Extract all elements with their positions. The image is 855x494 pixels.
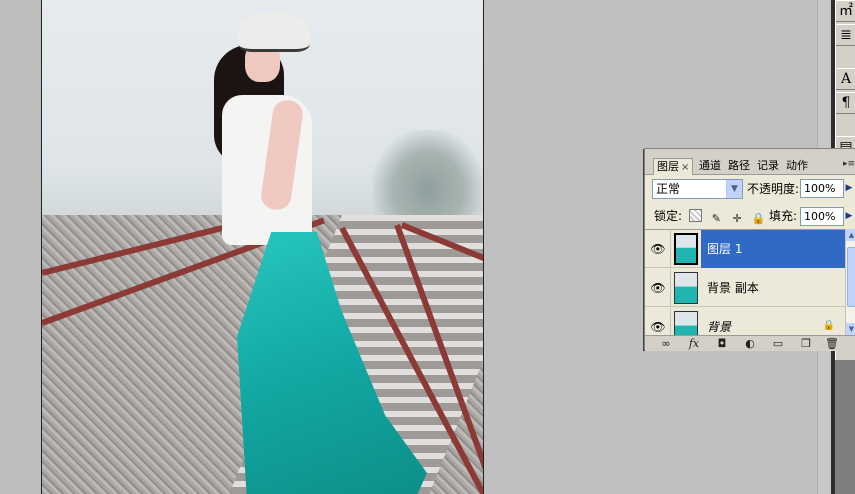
opacity-slider-arrow-icon[interactable]: ▶: [844, 179, 854, 198]
layers-panel-tabs: 图层 × 通道 路径 记录 动作 ▸≡: [645, 149, 855, 175]
lock-transparent-icon[interactable]: [689, 209, 702, 222]
layers-panel: 图层 × 通道 路径 记录 动作 ▸≡ 正常 ▼ 不透明度: 100% ▶ 锁定:…: [644, 148, 855, 351]
scroll-down-icon[interactable]: ▼: [846, 323, 855, 335]
lock-brush-icon[interactable]: ✎: [710, 212, 723, 225]
visibility-cell[interactable]: 👁: [645, 308, 671, 335]
fx-icon[interactable]: fx: [685, 337, 703, 351]
layer-thumbnail: [674, 272, 698, 304]
eye-icon[interactable]: 👁: [648, 240, 668, 258]
eye-icon[interactable]: 👁: [648, 279, 668, 297]
layer-thumbnail: [674, 233, 698, 265]
opacity-input[interactable]: 100%: [800, 179, 844, 198]
layer-row[interactable]: 👁 图层 1: [645, 230, 845, 268]
tab-history[interactable]: 记录: [755, 158, 781, 175]
palette-dock-empty: [835, 360, 855, 494]
lock-options: ✎ ✛ 🔒: [689, 209, 768, 225]
type-tool-icon[interactable]: A: [836, 68, 855, 90]
eye-icon[interactable]: 👁: [648, 318, 668, 335]
workspace-left: [0, 0, 41, 494]
tab-paths[interactable]: 路径: [726, 158, 752, 175]
scroll-up-icon[interactable]: ▲: [846, 229, 855, 241]
layer-thumbnail: [674, 311, 698, 335]
tab-channels[interactable]: 通道: [697, 158, 723, 175]
lock-label: 锁定:: [654, 209, 683, 223]
layer-name[interactable]: 图层 1: [701, 230, 845, 268]
visibility-cell[interactable]: 👁: [645, 230, 671, 268]
paragraph-panel-icon[interactable]: ≣: [836, 24, 855, 46]
tab-actions[interactable]: 动作: [784, 158, 810, 175]
fill-label: 填充:: [769, 209, 798, 223]
layers-footer: ∞ fx ◘ ◐ ▭ ❐ 🗑: [645, 335, 855, 351]
lock-move-icon[interactable]: ✛: [731, 212, 744, 225]
scroll-thumb[interactable]: [847, 247, 855, 307]
blend-mode-value: 正常: [656, 182, 681, 196]
tab-layers-label: 图层: [657, 160, 679, 173]
lock-all-icon[interactable]: 🔒: [751, 212, 765, 225]
paragraph-mark-icon[interactable]: ¶: [836, 92, 855, 114]
chevron-down-icon[interactable]: ▼: [726, 180, 742, 198]
mask-icon[interactable]: ◘: [713, 337, 731, 351]
layer-list: 👁 图层 1 👁 背景 副本 👁 背景 🔒: [645, 229, 845, 335]
panel-menu-icon[interactable]: ▸≡: [842, 159, 855, 173]
character-icon[interactable]: ㎡: [836, 0, 855, 22]
fill-slider-arrow-icon[interactable]: ▶: [844, 207, 854, 226]
photo-girl-hat: [238, 12, 310, 52]
new-layer-icon[interactable]: ❐: [797, 337, 815, 351]
adjustment-icon[interactable]: ◐: [741, 337, 759, 351]
opacity-label: 不透明度:: [747, 182, 800, 196]
layer-row[interactable]: 👁 背景 副本: [645, 269, 845, 307]
close-icon[interactable]: ×: [681, 162, 689, 173]
layer-name[interactable]: 背景 副本: [701, 269, 845, 307]
tab-layers[interactable]: 图层 ×: [653, 158, 694, 175]
document-canvas[interactable]: [41, 0, 484, 494]
blend-mode-select[interactable]: 正常 ▼: [652, 179, 743, 199]
layer-row[interactable]: 👁 背景 🔒: [645, 308, 845, 335]
layer-lock-icon: 🔒: [822, 320, 835, 331]
trash-icon[interactable]: 🗑: [823, 337, 841, 351]
folder-icon[interactable]: ▭: [769, 337, 787, 351]
fill-input[interactable]: 100%: [800, 207, 844, 226]
link-icon[interactable]: ∞: [657, 337, 675, 351]
visibility-cell[interactable]: 👁: [645, 269, 671, 307]
layer-list-scrollbar[interactable]: ▲ ▼: [845, 229, 855, 335]
